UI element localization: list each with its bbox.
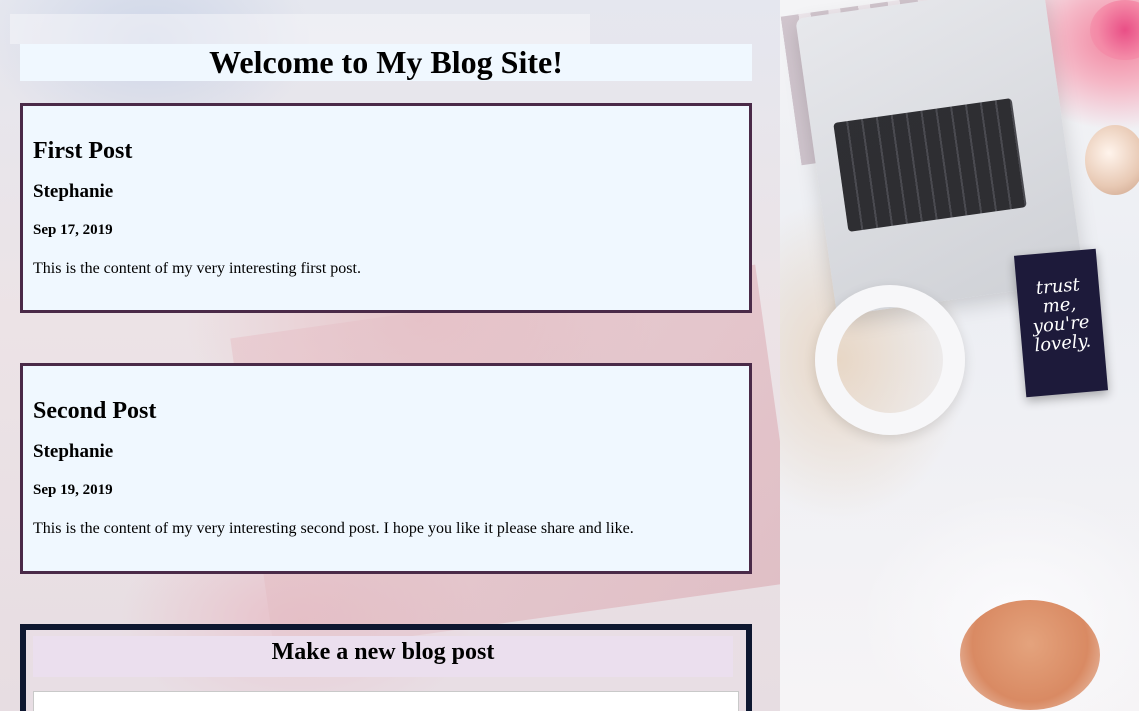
blog-post: First Post Stephanie Sep 17, 2019 This i… (20, 103, 752, 313)
background-headphones (815, 285, 965, 435)
post-content: This is the content of my very interesti… (33, 520, 634, 537)
post-title: Second Post (33, 398, 157, 424)
page-title: Welcome to My Blog Site! (20, 44, 752, 81)
post-date: Sep 19, 2019 (33, 482, 113, 498)
new-post-header: Make a new blog post (33, 636, 733, 677)
post-title-input[interactable] (33, 691, 739, 711)
post-title: First Post (33, 138, 133, 164)
background-teapot (1085, 125, 1139, 195)
post-author: Stephanie (33, 441, 114, 462)
post-date: Sep 17, 2019 (33, 222, 113, 238)
new-post-form: Make a new blog post (20, 624, 752, 711)
background-knee (960, 600, 1100, 710)
post-author: Stephanie (33, 181, 114, 202)
background-quote-card: trust me, you're lovely. (1013, 248, 1109, 398)
post-content: This is the content of my very interesti… (33, 260, 361, 277)
top-strip (10, 14, 590, 44)
blog-post: Second Post Stephanie Sep 19, 2019 This … (20, 363, 752, 574)
